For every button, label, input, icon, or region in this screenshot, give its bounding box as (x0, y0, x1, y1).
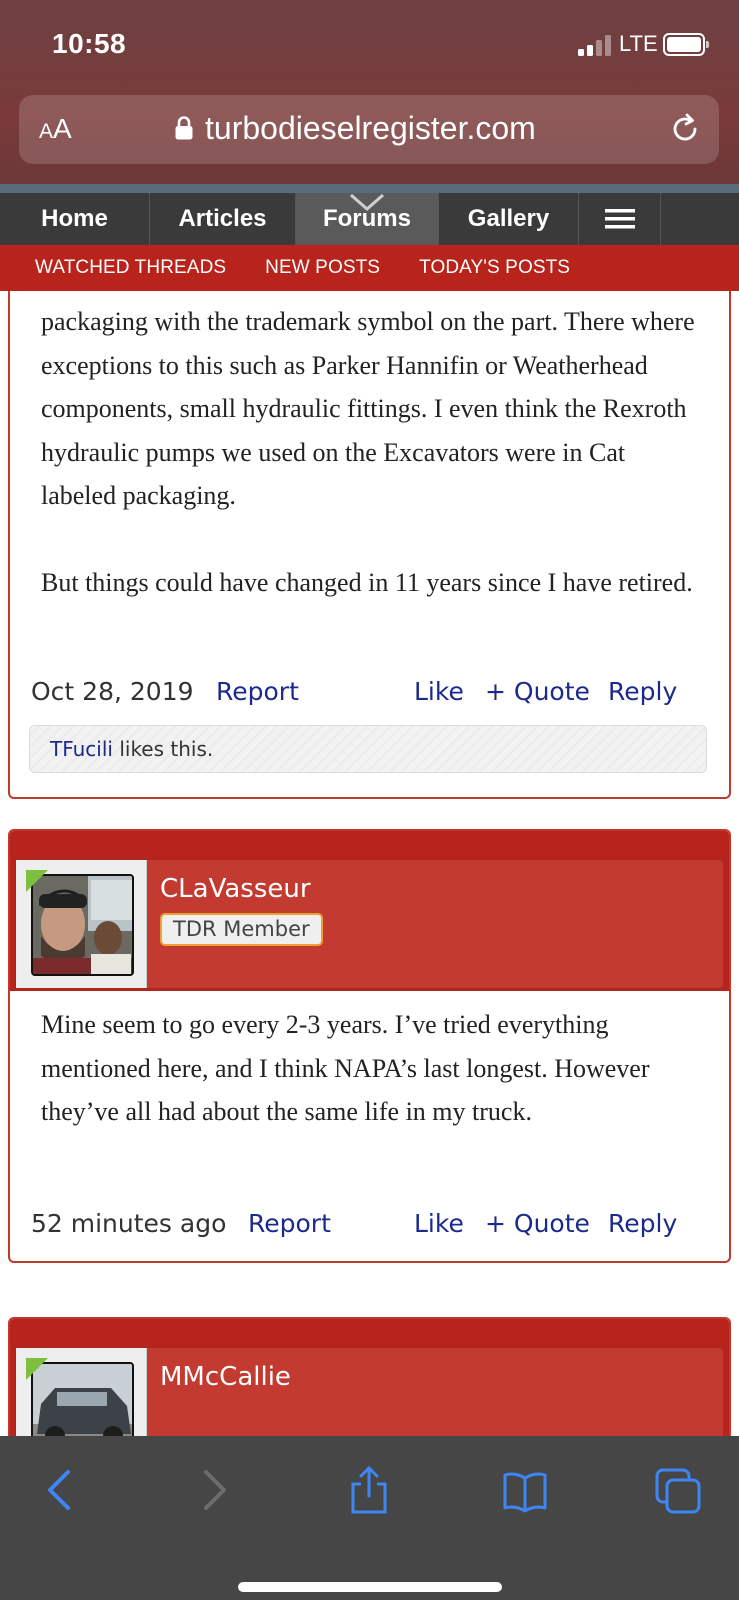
reply-link[interactable]: Reply (608, 1209, 677, 1238)
post-paragraph: Mine seem to go every 2-3 years. I’ve tr… (41, 1010, 650, 1126)
like-link[interactable]: Like (414, 677, 464, 706)
report-link[interactable]: Report (248, 1209, 331, 1238)
post-date[interactable]: Oct 28, 2019 (31, 677, 194, 706)
avatar-frame (16, 1348, 147, 1436)
nav-forums[interactable]: Forums (296, 193, 439, 245)
bookmarks-icon[interactable] (502, 1466, 548, 1514)
post-header: CLaVasseur TDR Member (10, 831, 729, 991)
address-bar[interactable]: AA turbodieselregister.com (19, 95, 719, 164)
reply-link[interactable]: Reply (608, 677, 677, 706)
battery-icon (663, 33, 709, 56)
liker-link[interactable]: TFucili (50, 737, 113, 761)
online-indicator-icon (26, 870, 48, 892)
share-icon[interactable] (346, 1466, 392, 1514)
quote-link[interactable]: + Quote (485, 1209, 590, 1238)
lock-icon (175, 116, 193, 140)
status-bar: 10:58 LTE (0, 0, 739, 90)
online-indicator-icon (26, 1358, 48, 1380)
post: packaging with the trademark symbol on t… (8, 291, 731, 799)
nav-home[interactable]: Home (0, 193, 150, 245)
status-time: 10:58 (52, 28, 127, 59)
post-paragraph: packaging with the trademark symbol on t… (41, 307, 695, 510)
thread-content: packaging with the trademark symbol on t… (0, 291, 739, 1436)
reload-icon[interactable] (667, 111, 703, 147)
post-author[interactable]: MMcCallie (160, 1362, 291, 1392)
post-author[interactable]: CLaVasseur (160, 874, 311, 904)
post-date[interactable]: 52 minutes ago (31, 1209, 226, 1238)
report-link[interactable]: Report (216, 677, 299, 706)
avatar-photo (33, 1364, 132, 1436)
new-posts-link[interactable]: NEW POSTS (265, 257, 380, 279)
post: MMcCallie (8, 1317, 731, 1436)
post: CLaVasseur TDR Member Mine seem to go ev… (8, 829, 731, 1263)
watched-threads-link[interactable]: WATCHED THREADS (35, 257, 226, 279)
post-footer: 52 minutes ago Report Like + Quote Reply (10, 1209, 729, 1249)
nav-gallery[interactable]: Gallery (439, 193, 579, 245)
chevron-down-icon (350, 193, 384, 211)
member-badge: TDR Member (160, 913, 323, 946)
quote-link[interactable]: + Quote (485, 677, 590, 706)
main-nav: Home Articles Forums Gallery (0, 193, 739, 245)
sub-nav: WATCHED THREADS NEW POSTS TODAY'S POSTS (0, 245, 739, 291)
post-body: Mine seem to go every 2-3 years. I’ve tr… (10, 991, 729, 1134)
back-icon[interactable] (38, 1466, 84, 1514)
nav-articles[interactable]: Articles (150, 193, 296, 245)
post-body: packaging with the trademark symbol on t… (10, 291, 729, 604)
avatar-frame (16, 860, 147, 988)
author-panel: CLaVasseur TDR Member (15, 859, 724, 989)
post-paragraph: But things could have changed in 11 year… (41, 567, 693, 597)
browser-top-chrome: 10:58 LTE AA turbodieselregister.com (0, 0, 739, 190)
signal-strength-icon (578, 34, 618, 56)
like-link[interactable]: Like (414, 1209, 464, 1238)
text-size-button[interactable]: AA (39, 113, 72, 145)
browser-toolbar (0, 1436, 739, 1600)
likes-summary: TFucili likes this. (29, 725, 707, 773)
todays-posts-link[interactable]: TODAY'S POSTS (419, 257, 570, 279)
nav-menu-button[interactable] (579, 193, 661, 245)
url-text[interactable]: turbodieselregister.com (205, 110, 536, 147)
hamburger-menu-icon (604, 209, 635, 229)
post-footer: Oct 28, 2019 Report Like + Quote Reply (10, 677, 729, 717)
likes-text: likes this. (119, 737, 214, 761)
post-header: MMcCallie (10, 1319, 729, 1436)
author-panel: MMcCallie (15, 1347, 724, 1436)
tabs-icon[interactable] (655, 1466, 701, 1514)
forward-icon[interactable] (190, 1466, 236, 1514)
avatar-photo (33, 876, 132, 974)
home-indicator[interactable] (238, 1582, 502, 1592)
network-type: LTE (619, 31, 658, 56)
